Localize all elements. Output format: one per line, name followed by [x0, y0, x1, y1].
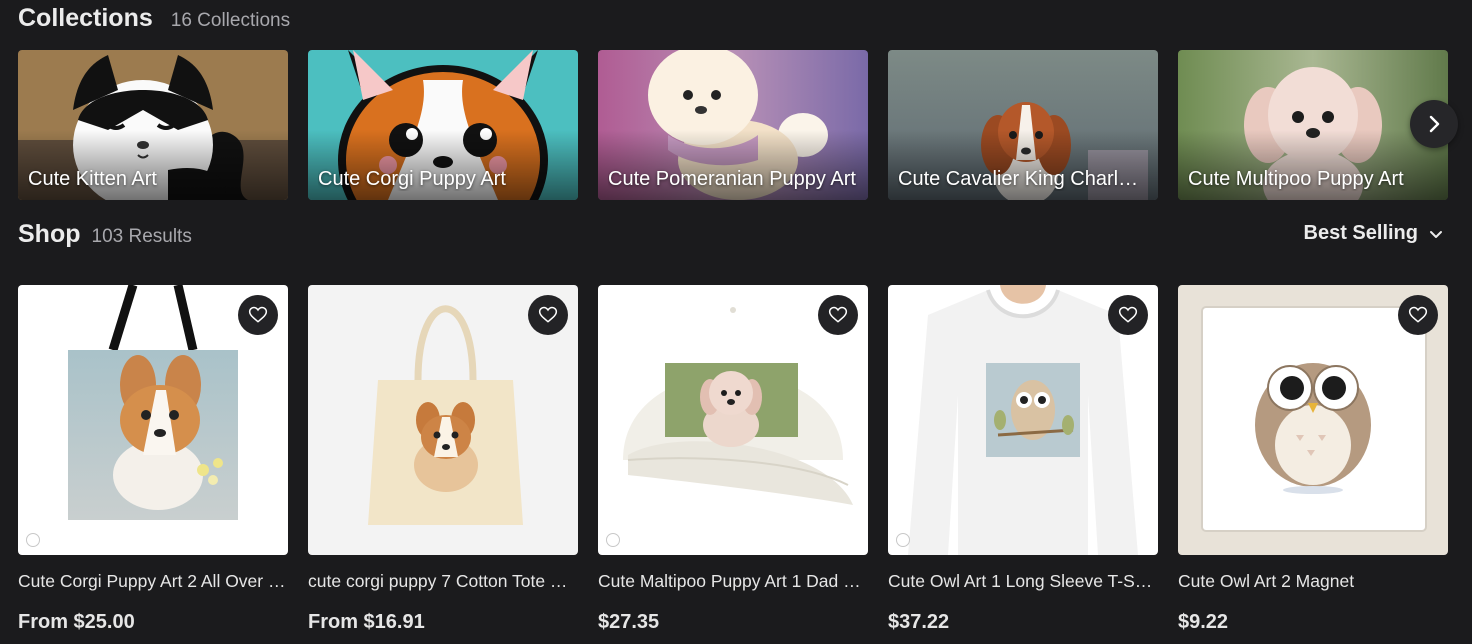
- carousel-next-button[interactable]: [1410, 100, 1458, 148]
- product-image[interactable]: [598, 285, 868, 555]
- favorite-button[interactable]: [1398, 295, 1438, 335]
- product-price: $37.22: [888, 611, 950, 633]
- product-image[interactable]: [18, 285, 288, 555]
- product-title[interactable]: cute corgi puppy 7 Cotton Tote Bag: [308, 571, 578, 592]
- product-grid: Cute Corgi Puppy Art 2 All Over Print To…: [18, 285, 1448, 634]
- heart-icon: [828, 306, 848, 323]
- favorite-button[interactable]: [818, 295, 858, 335]
- collection-card-pomeranian[interactable]: Cute Pomeranian Puppy Art: [598, 50, 868, 200]
- product-image[interactable]: [308, 285, 578, 555]
- collection-label: Cute Kitten Art: [28, 168, 157, 190]
- chevron-down-icon: [1430, 230, 1442, 238]
- product-price: From $16.91: [308, 611, 425, 633]
- info-icon[interactable]: [896, 533, 910, 547]
- favorite-button[interactable]: [238, 295, 278, 335]
- collection-card-multipoo[interactable]: Cute Multipoo Puppy Art: [1178, 50, 1448, 200]
- product-card: Cute Maltipoo Puppy Art 1 Dad Hat $27.35: [598, 285, 868, 634]
- shop-results-count: 103 Results: [91, 226, 192, 247]
- product-card: Cute Owl Art 2 Magnet $9.22: [1178, 285, 1448, 634]
- chevron-right-icon: [1429, 115, 1440, 133]
- heart-icon: [538, 306, 558, 323]
- collections-carousel: Cute Kitten Art Cute Corgi Puppy Art Cut…: [18, 50, 1448, 200]
- collections-title: Collections: [18, 4, 153, 32]
- shop-title: Shop: [18, 220, 81, 248]
- collection-label: Cute Corgi Puppy Art: [318, 168, 506, 190]
- product-title[interactable]: Cute Owl Art 1 Long Sleeve T-Shirt: [888, 571, 1158, 592]
- collection-label: Cute Cavalier King Charles Spaniel Art: [898, 168, 1148, 190]
- favorite-button[interactable]: [528, 295, 568, 335]
- collection-card-kitten[interactable]: Cute Kitten Art: [18, 50, 288, 200]
- collection-label: Cute Pomeranian Puppy Art: [608, 168, 856, 190]
- sort-selected-value: Best Selling: [1303, 222, 1418, 244]
- product-card: cute corgi puppy 7 Cotton Tote Bag From …: [308, 285, 578, 634]
- info-icon[interactable]: [606, 533, 620, 547]
- product-title[interactable]: Cute Owl Art 2 Magnet: [1178, 571, 1448, 592]
- product-price: $9.22: [1178, 611, 1229, 633]
- collections-count: 16 Collections: [170, 10, 291, 31]
- sort-dropdown[interactable]: Best Selling: [1304, 222, 1444, 245]
- product-card: Cute Corgi Puppy Art 2 All Over Print To…: [18, 285, 288, 634]
- info-icon[interactable]: [26, 533, 40, 547]
- collection-card-cavalier[interactable]: Cute Cavalier King Charles Spaniel Art: [888, 50, 1158, 200]
- product-image[interactable]: [1178, 285, 1448, 555]
- product-price: $27.35: [598, 611, 660, 633]
- shop-header: Shop 103 Results: [18, 220, 192, 249]
- collection-label: Cute Multipoo Puppy Art: [1188, 168, 1404, 190]
- heart-icon: [1408, 306, 1428, 323]
- product-image[interactable]: [888, 285, 1158, 555]
- heart-icon: [1118, 306, 1138, 323]
- collections-header: Collections 16 Collections: [18, 4, 290, 33]
- heart-icon: [248, 306, 268, 323]
- product-title[interactable]: Cute Maltipoo Puppy Art 1 Dad Hat: [598, 571, 868, 592]
- product-title[interactable]: Cute Corgi Puppy Art 2 All Over Print To…: [18, 571, 288, 592]
- favorite-button[interactable]: [1108, 295, 1148, 335]
- product-card: Cute Owl Art 1 Long Sleeve T-Shirt $37.2…: [888, 285, 1158, 634]
- collection-card-corgi[interactable]: Cute Corgi Puppy Art: [308, 50, 578, 200]
- product-price: From $25.00: [18, 611, 135, 633]
